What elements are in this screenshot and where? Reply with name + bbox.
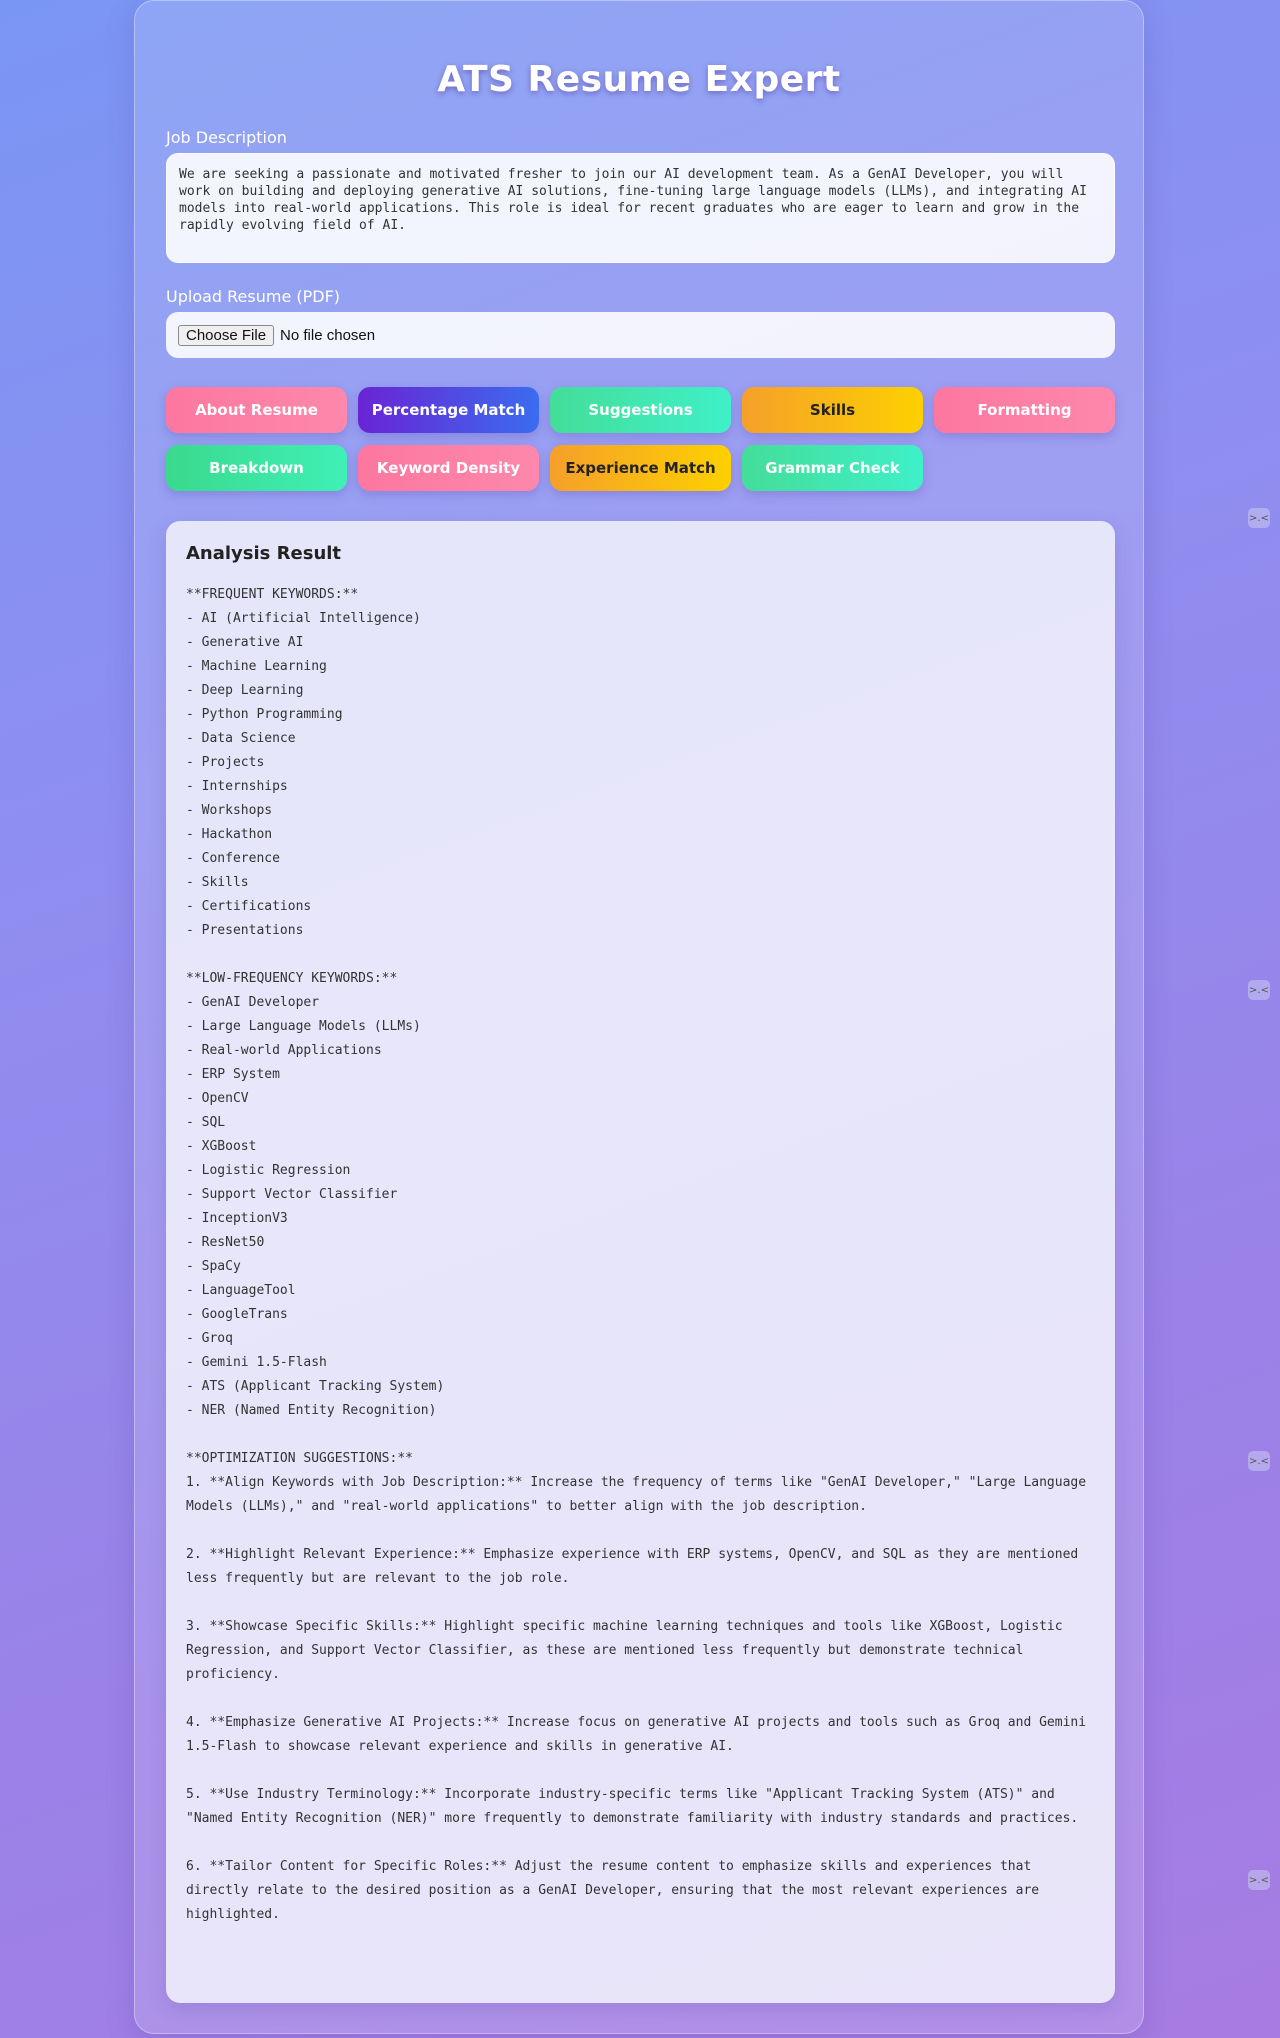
grammar-check-button[interactable]: Grammar Check bbox=[742, 445, 923, 491]
upload-resume-label: Upload Resume (PDF) bbox=[166, 287, 341, 306]
job-description-label: Job Description bbox=[166, 128, 287, 147]
suggestions-button[interactable]: Suggestions bbox=[550, 387, 731, 433]
experience-match-button[interactable]: Experience Match bbox=[550, 445, 731, 491]
floating-widget-icon[interactable]: >.< bbox=[1248, 980, 1270, 1000]
floating-widget-icon[interactable]: >.< bbox=[1248, 508, 1270, 528]
about-resume-button[interactable]: About Resume bbox=[166, 387, 347, 433]
choose-file-button[interactable]: Choose File bbox=[178, 324, 275, 346]
resume-file-input[interactable]: Choose File No file chosen bbox=[166, 312, 1115, 358]
floating-widget-icon[interactable]: >.< bbox=[1248, 1451, 1270, 1471]
analysis-result-text: **FREQUENT KEYWORDS:** - AI (Artificial … bbox=[186, 587, 1087, 1922]
file-status-text: No file chosen bbox=[280, 326, 376, 344]
skills-button[interactable]: Skills bbox=[742, 387, 923, 433]
job-description-textarea[interactable]: We are seeking a passionate and motivate… bbox=[166, 153, 1115, 263]
page-title: ATS Resume Expert bbox=[437, 59, 841, 100]
keyword-density-button[interactable]: Keyword Density bbox=[358, 445, 539, 491]
floating-widget-icon[interactable]: >.< bbox=[1248, 1870, 1270, 1890]
formatting-button[interactable]: Formatting bbox=[934, 387, 1115, 433]
main-card: ATS Resume Expert Job Description We are… bbox=[134, 0, 1144, 2034]
analysis-result-heading: Analysis Result bbox=[186, 543, 342, 564]
breakdown-button[interactable]: Breakdown bbox=[166, 445, 347, 491]
analysis-result-panel: Analysis Result **FREQUENT KEYWORDS:** -… bbox=[166, 521, 1115, 2003]
percentage-match-button[interactable]: Percentage Match bbox=[358, 387, 539, 433]
